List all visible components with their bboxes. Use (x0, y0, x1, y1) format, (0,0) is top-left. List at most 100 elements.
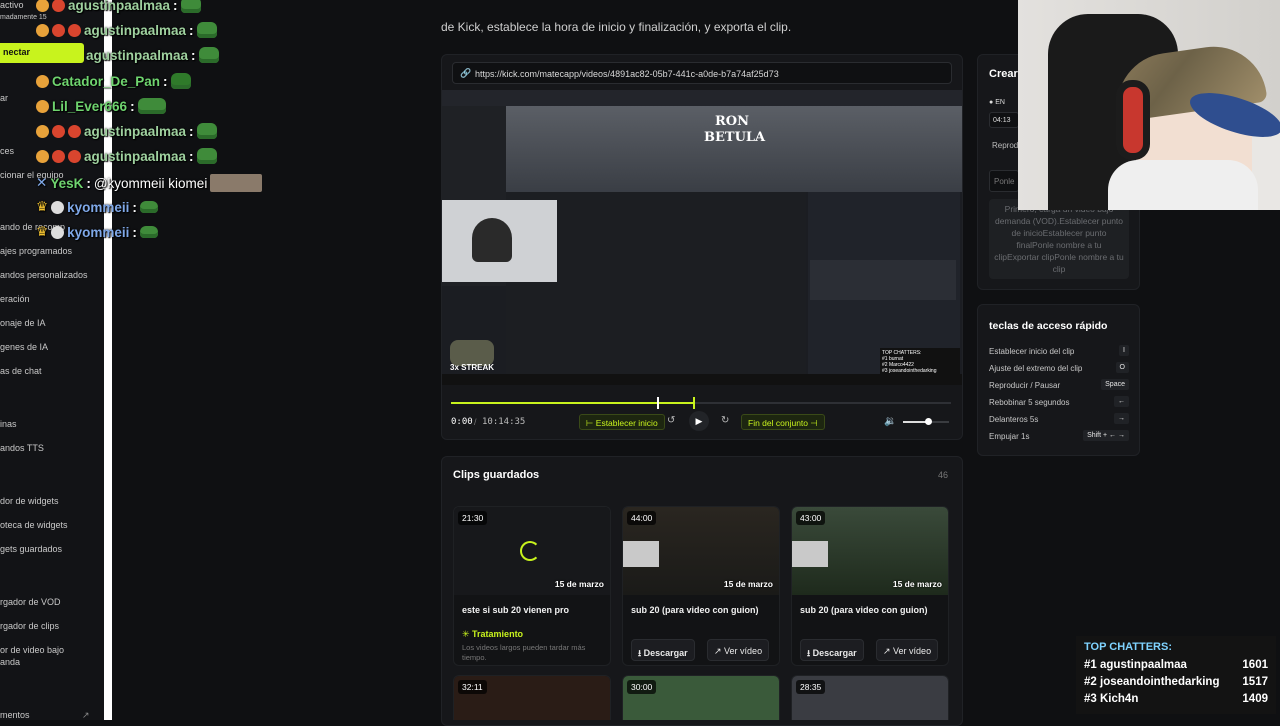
hotkey-row: Establecer inicio del clip I (989, 345, 1129, 356)
sidebar-item[interactable]: activo (0, 0, 24, 10)
hotkey-key: I (1119, 345, 1129, 356)
badge-icon (52, 124, 65, 138)
duration: 10:14:35 (482, 417, 526, 427)
clip-card[interactable]: 28:35 (791, 675, 949, 720)
intro-text: de Kick, establece la hora de inicio y f… (441, 20, 792, 34)
volume-icon[interactable]: 🔉 (884, 416, 896, 427)
download-button[interactable]: ⭳ Descargar (631, 639, 695, 661)
clip-card[interactable]: 30:00 (622, 675, 780, 720)
sidebar-item[interactable]: dor de widgets (0, 496, 59, 506)
sidebar-item[interactable]: as de chat (0, 366, 42, 376)
chat-username: kyommeii (67, 224, 130, 240)
view-video-label: Ver vídeo (893, 646, 932, 656)
sidebar-item[interactable]: rgador de VOD (0, 597, 61, 607)
clip-date: 15 de marzo (554, 579, 604, 589)
clip-card[interactable]: 32:11 (453, 675, 611, 720)
loading-spinner-icon (520, 541, 540, 561)
connect-button[interactable]: nectar (0, 43, 84, 63)
chat-message: agustinpaalmaa: (86, 47, 219, 63)
timeline-playhead[interactable] (657, 397, 659, 409)
sidebar-item[interactable]: andos TTS (0, 443, 44, 453)
chat-colon: : (86, 175, 91, 191)
sidebar-item[interactable]: anda (0, 657, 20, 667)
top-chatters-widget: TOP CHATTERS: #1 agustinpaalmaa 1601 #2 j… (1076, 636, 1276, 714)
sidebar-item[interactable]: eración (0, 294, 30, 304)
pepe-emote-icon (139, 226, 158, 238)
chat-message: Lil_Ever666: (36, 98, 166, 114)
download-button[interactable]: ⭳ Descargar (800, 639, 864, 661)
language-toggle[interactable]: ● EN (989, 99, 1005, 106)
forward-icon[interactable]: ↻ (721, 415, 729, 426)
volume-handle[interactable] (925, 418, 932, 425)
chat-username: YesK (50, 175, 84, 191)
hotkey-key: Space (1101, 379, 1129, 390)
clip-card[interactable]: 43:00 15 de marzo sub 20 (para video con… (791, 506, 949, 666)
sidebar-item[interactable]: andos personalizados (0, 270, 88, 280)
set-start-button[interactable]: ⊢ Establecer inicio (579, 414, 665, 430)
sidebar-item[interactable]: mentos (0, 710, 30, 720)
sidebar-item[interactable]: inas (0, 419, 17, 429)
chat-message: agustinpaalmaa: (36, 22, 217, 38)
badge-icon (68, 149, 81, 163)
sidebar-item[interactable]: ajes programados (0, 246, 72, 256)
video-taskbar (442, 374, 962, 385)
reproduce-label[interactable]: Reprod (992, 141, 1018, 150)
set-end-button[interactable]: Fin del conjunto ⊣ (741, 414, 825, 430)
sidebar-item[interactable]: or de video bajo (0, 645, 64, 655)
top-chatter-name: Kich4n (1100, 693, 1139, 705)
language-label: EN (995, 99, 1005, 106)
chat-colon: : (189, 123, 194, 139)
hotkey-key: → (1114, 413, 1129, 424)
hotkey-key: Shift + ← → (1083, 430, 1129, 441)
clip-card[interactable]: 44:00 15 de marzo sub 20 (para video con… (622, 506, 780, 666)
external-link-icon: ↗ (714, 646, 725, 656)
time-input[interactable]: 04:13 (989, 112, 1019, 128)
headset-icon (1116, 80, 1150, 160)
timeline-end-marker[interactable] (693, 397, 695, 409)
view-video-button[interactable]: ↗ Ver vídeo (707, 639, 770, 661)
download-label: Descargar (812, 648, 857, 658)
chat-username: agustinpaalmaa (86, 47, 189, 63)
webcam-overlay (1018, 0, 1280, 210)
chat-message: ♛ kyommeii: (36, 224, 158, 240)
clip-name-input[interactable]: Ponle (989, 170, 1019, 192)
video-topbar (442, 90, 962, 106)
video-preview[interactable]: RON BETULA 3x STREAK TOP CHATTERS: #1 burn… (442, 90, 962, 385)
hotkey-row: Rebobinar 5 segundos ← (989, 396, 1129, 407)
sidebar-item[interactable]: ar (0, 93, 8, 103)
hotkey-key: O (1115, 362, 1129, 373)
chat-colon: : (132, 199, 137, 215)
rewind-icon[interactable]: ↺ (667, 415, 675, 426)
video-sidepanel-box (810, 260, 956, 300)
badge-icon (36, 99, 49, 113)
set-end-label: Fin del conjunto (748, 418, 809, 428)
sidebar-item[interactable]: rgador de clips (0, 621, 59, 631)
sidebar-item[interactable]: oteca de widgets (0, 520, 68, 530)
badge-icon (68, 23, 81, 37)
top-chatter-row: #1 agustinpaalmaa 1601 (1084, 659, 1268, 671)
top-chatter-row: #3 Kich4n 1409 (1084, 693, 1268, 705)
pepe-emote-icon (180, 0, 201, 13)
sidebar-item[interactable]: onaje de IA (0, 318, 46, 328)
badge-icon (52, 23, 65, 37)
badge-icon (52, 149, 65, 163)
sidebar-item[interactable]: ces (0, 146, 14, 156)
view-video-button[interactable]: ↗ Ver vídeo (876, 639, 939, 661)
sidebar-item[interactable]: madamente 15 (0, 14, 47, 21)
time-separator: / (474, 417, 477, 427)
clip-card[interactable]: 21:30 15 de marzo este si sub 20 vienen … (453, 506, 611, 666)
play-button[interactable]: ▶ (689, 411, 709, 431)
processing-icon: ✳ (462, 629, 473, 639)
sidebar-item[interactable]: gets guardados (0, 544, 62, 554)
connect-label: nectar (3, 47, 31, 57)
chat-username: agustinpaalmaa (84, 148, 187, 164)
sidebar-item[interactable]: genes de IA (0, 342, 48, 352)
chat-colon: : (189, 22, 194, 38)
chat-colon: : (191, 47, 196, 63)
chat-message: ♛ kyommeii: (36, 199, 158, 215)
badge-icon (36, 0, 49, 12)
badge-icon (36, 124, 49, 138)
url-text: https://kick.com/matecapp/videos/4891ac8… (475, 69, 779, 79)
chat-colon: : (163, 73, 168, 89)
url-input[interactable]: 🔗 https://kick.com/matecapp/videos/4891a… (452, 62, 952, 84)
